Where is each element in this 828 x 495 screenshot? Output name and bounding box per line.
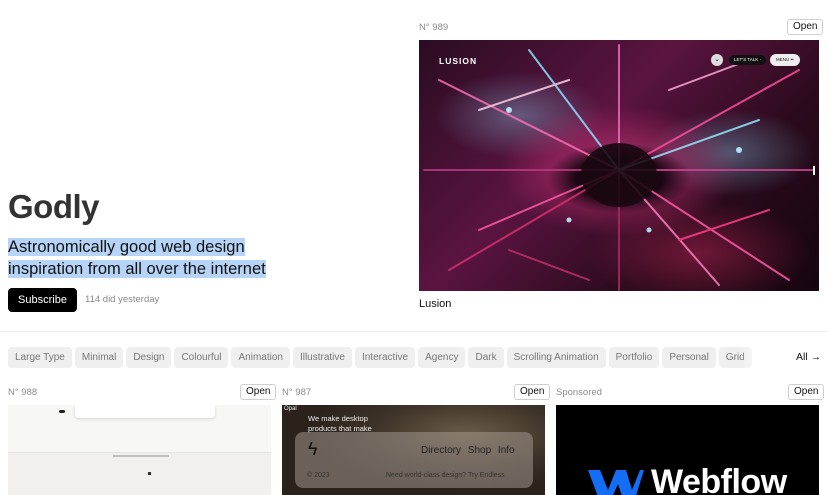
tag-filter-dark[interactable]: Dark (468, 347, 504, 368)
site-title: Godly (8, 188, 100, 225)
all-tags-link[interactable]: All → (796, 351, 821, 363)
card-number: N° 987 (282, 387, 312, 398)
sponsored-preview-image[interactable]: Webflow (556, 405, 819, 495)
featured-preview-image[interactable]: LUSION ⌄ LET'S TALK · MENU •• (419, 40, 819, 291)
card-preview-image[interactable]: Opal We make desktop products that make … (282, 405, 545, 495)
lusion-logo: LUSION (439, 56, 478, 66)
preview-panel (75, 405, 215, 418)
featured-title[interactable]: Lusion (419, 298, 451, 310)
tagline-text: Astronomically good web design inspirati… (8, 238, 266, 278)
lightning-icon: ϟ (308, 439, 318, 459)
tag-filter-design[interactable]: Design (126, 347, 172, 368)
tag-row-fade (740, 347, 780, 368)
preview-dot (148, 472, 151, 475)
preview-cta: Need world-class design? Try Endless (386, 472, 505, 479)
subscriber-count: 114 did yesterday (85, 294, 160, 305)
featured-number: N° 989 (419, 22, 449, 33)
chevron-down-icon: ⌄ (711, 54, 723, 66)
subscribe-button[interactable]: Subscribe (8, 288, 77, 312)
tag-filter-colourful[interactable]: Colourful (174, 347, 229, 368)
tag-filter-minimal[interactable]: Minimal (74, 347, 124, 368)
tag-filter-personal[interactable]: Personal (662, 347, 716, 368)
preview-pill (59, 410, 65, 413)
tag-filter-illustrative[interactable]: Illustrative (292, 347, 352, 368)
tag-filter-row: Large Type Minimal Design Colourful Animatio… (8, 347, 778, 368)
opal-logo: Opal (284, 406, 297, 412)
card-preview-image[interactable] (8, 405, 271, 495)
lusion-artwork (423, 44, 815, 291)
card-open-button[interactable]: Open (514, 384, 551, 400)
tag-filter-agency[interactable]: Agency (418, 347, 466, 368)
tag-filter-portfolio[interactable]: Portfolio (608, 347, 660, 368)
section-divider (0, 331, 828, 332)
card-open-button[interactable]: Open (240, 384, 277, 400)
card-number: N° 988 (8, 387, 38, 398)
tag-filter-animation[interactable]: Animation (231, 347, 290, 368)
tag-filter-scrolling-animation[interactable]: Scrolling Animation (506, 347, 606, 368)
sponsored-label: Sponsored (556, 387, 602, 398)
preview-headline: We make desktop products that make (308, 414, 372, 433)
tag-filter-large-type[interactable]: Large Type (8, 347, 72, 368)
menu-button: MENU •• (770, 54, 800, 66)
card-open-button[interactable]: Open (788, 384, 825, 400)
preview-text-line (113, 455, 169, 457)
tag-filter-interactive[interactable]: Interactive (354, 347, 416, 368)
preview-glass-panel (295, 432, 533, 488)
webflow-logo-icon (588, 470, 644, 495)
site-tagline: Astronomically good web design inspirati… (8, 236, 270, 280)
webflow-wordmark: Webflow (651, 463, 787, 495)
preview-nav: Directory Shop Info (421, 445, 515, 456)
featured-open-button[interactable]: Open (787, 19, 824, 35)
scroll-indicator (813, 166, 815, 175)
lets-talk-button: LET'S TALK · (729, 55, 766, 65)
preview-copyright: © 2023 (307, 472, 330, 479)
